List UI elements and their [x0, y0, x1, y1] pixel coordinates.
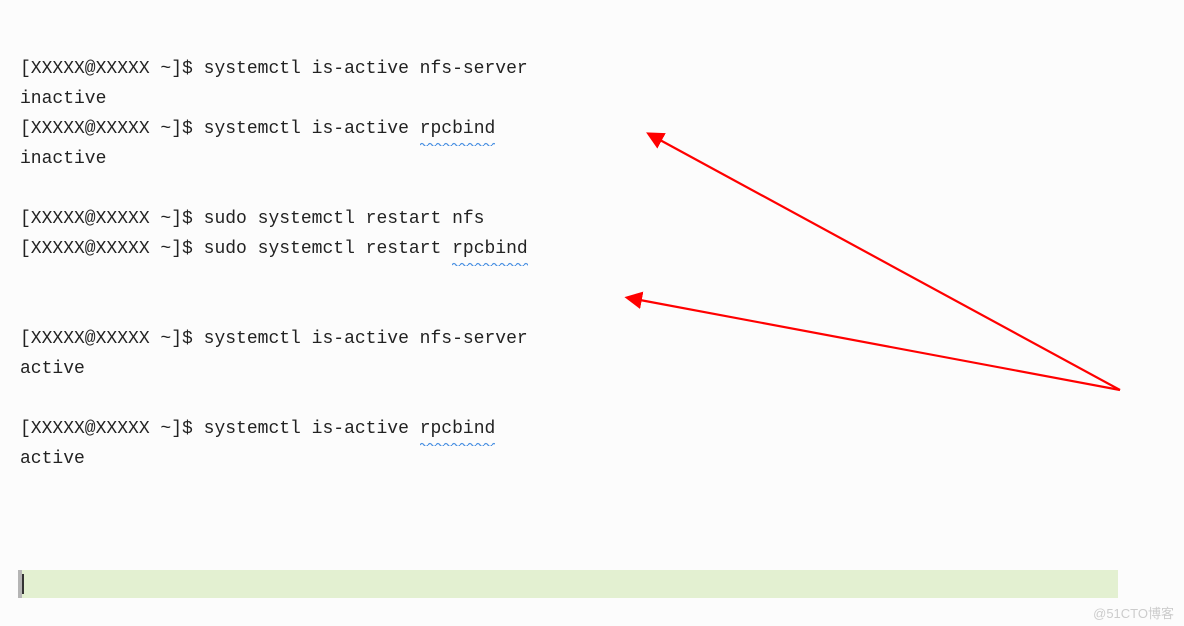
terminal-output: [XXXXX@XXXXX ~]$ systemctl is-active nfs…	[0, 0, 1184, 474]
prompt: [XXXXX@XXXXX ~]$	[20, 119, 204, 139]
output-line: inactive	[20, 89, 106, 109]
prompt: [XXXXX@XXXXX ~]$	[20, 59, 204, 79]
spell-underline: rpcbind	[452, 234, 528, 264]
text-cursor	[22, 574, 24, 594]
output-line: inactive	[20, 149, 106, 169]
prompt: [XXXXX@XXXXX ~]$	[20, 419, 204, 439]
cmd-line: systemctl is-active	[204, 419, 420, 439]
watermark: @51CTO博客	[1093, 603, 1174, 622]
cmd-line: systemctl is-active	[204, 119, 420, 139]
output-line: active	[20, 359, 85, 379]
cmd-line: sudo systemctl restart nfs	[204, 209, 485, 229]
prompt: [XXXXX@XXXXX ~]$	[20, 329, 204, 349]
cmd-line: systemctl is-active nfs-server	[204, 59, 528, 79]
prompt: [XXXXX@XXXXX ~]$	[20, 239, 204, 259]
spell-underline: rpcbind	[420, 114, 496, 144]
highlight-bar	[18, 570, 1118, 598]
prompt: [XXXXX@XXXXX ~]$	[20, 209, 204, 229]
cmd-line: systemctl is-active nfs-server	[204, 329, 528, 349]
output-line: active	[20, 449, 85, 469]
spell-underline: rpcbind	[420, 414, 496, 444]
cmd-line: sudo systemctl restart	[204, 239, 452, 259]
